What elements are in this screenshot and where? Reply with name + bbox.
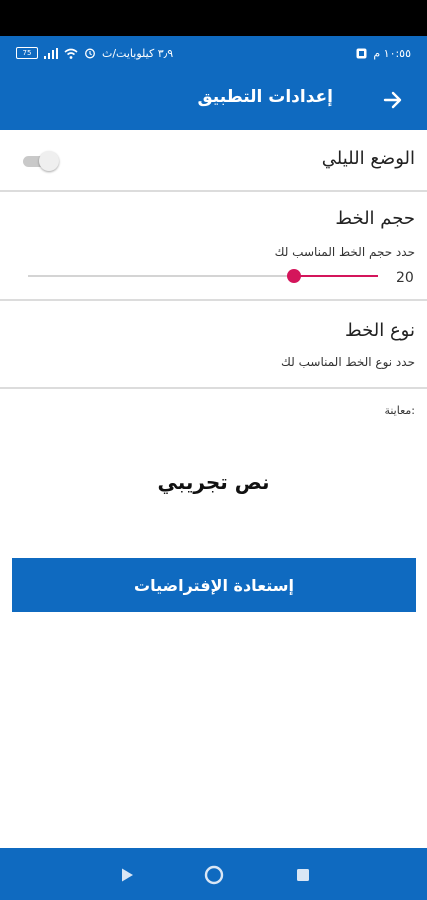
wifi-icon xyxy=(64,48,78,59)
font-type-title: نوع الخط xyxy=(345,320,415,341)
night-mode-toggle[interactable] xyxy=(23,151,59,171)
font-size-title: حجم الخط xyxy=(335,208,415,229)
square-recents-icon xyxy=(297,869,309,881)
top-black-bar xyxy=(0,0,427,36)
nav-back-button[interactable] xyxy=(116,864,138,886)
preview-label: معاينة: xyxy=(384,404,415,417)
status-right: ١٠:٥٥ م xyxy=(356,47,411,60)
network-speed: ٣٫٩ كيلوبايت/ث xyxy=(102,46,174,60)
font-type-row[interactable]: نوع الخط حدد نوع الخط المناسب لك xyxy=(0,301,427,387)
page-title: إعدادات التطبيق xyxy=(197,87,333,107)
reset-defaults-button[interactable]: إستعادة الإفتراضيات xyxy=(12,558,416,612)
arrow-right-icon xyxy=(383,91,402,109)
back-button[interactable] xyxy=(379,86,407,114)
signal-icon xyxy=(44,47,58,59)
slider-thumb[interactable] xyxy=(287,269,301,283)
circle-home-icon xyxy=(204,865,224,885)
navigation-bar xyxy=(0,848,427,900)
font-size-value: 20 xyxy=(396,270,414,286)
font-size-slider[interactable] xyxy=(28,268,378,284)
nav-home-button[interactable] xyxy=(203,864,225,886)
font-type-subtitle: حدد نوع الخط المناسب لك xyxy=(281,355,415,369)
toggle-knob xyxy=(39,151,59,171)
nav-recents-button[interactable] xyxy=(292,864,314,886)
night-mode-label: الوضع الليلي xyxy=(321,148,415,169)
battery-icon: 75 xyxy=(16,47,38,59)
status-left: 75 ٣٫٩ كيلوبايت/ث xyxy=(16,47,173,60)
triangle-back-icon xyxy=(122,868,133,882)
divider xyxy=(0,387,427,389)
slider-fill xyxy=(294,275,378,277)
status-bar: 75 ٣٫٩ كيلوبايت/ث ١٠:٥٥ م xyxy=(0,36,427,70)
divider xyxy=(0,190,427,192)
font-size-subtitle: حدد حجم الخط المناسب لك xyxy=(274,245,415,259)
notification-icon xyxy=(356,48,367,58)
night-mode-row[interactable]: الوضع الليلي xyxy=(0,130,427,190)
clock: ١٠:٥٥ م xyxy=(373,46,411,60)
sample-text: نص تجريبي xyxy=(157,470,270,494)
alarm-icon xyxy=(85,48,95,59)
app-bar: إعدادات التطبيق xyxy=(0,70,427,130)
